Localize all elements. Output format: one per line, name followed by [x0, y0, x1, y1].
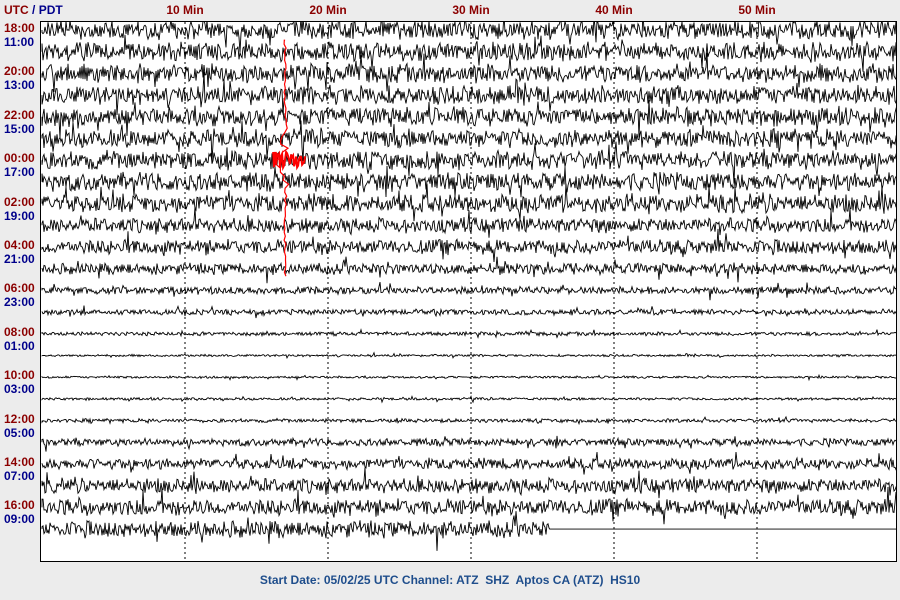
row-label-local: 23:00: [4, 295, 35, 310]
seismic-trace-23: [41, 486, 896, 525]
seismic-trace-15: [41, 328, 896, 339]
row-label-local: 19:00: [4, 208, 35, 223]
x-tick-label-30: 30 Min: [452, 3, 490, 17]
seismic-trace-4: [41, 71, 896, 116]
seismic-trace-12: [41, 256, 896, 284]
seismogram-svg: [41, 22, 896, 561]
timezone-separator: /: [28, 3, 39, 17]
row-label-utc: 12:00: [4, 411, 35, 426]
footer-caption: Start Date: 05/02/25 UTC Channel: ATZ SH…: [259, 573, 641, 587]
seismic-trace-17: [41, 373, 896, 382]
seismogram-plot: [40, 21, 897, 562]
seismic-trace-8: [41, 165, 896, 198]
seismic-trace-22: [41, 467, 896, 499]
seismic-trace-13: [41, 282, 896, 301]
seismic-trace-2: [41, 34, 896, 72]
row-label-utc: 16:00: [4, 498, 35, 513]
row-label-utc: 06:00: [4, 281, 35, 296]
seismic-trace-24: [41, 511, 896, 551]
row-label-utc: 22:00: [4, 107, 35, 122]
row-label-local: 11:00: [4, 35, 35, 49]
seismic-trace-14: [41, 304, 896, 319]
seismic-trace-16: [41, 351, 896, 360]
row-label-local: 09:00: [4, 512, 35, 527]
x-tick-label-40: 40 Min: [595, 3, 633, 17]
axis-timezone-header: UTC / PDT: [4, 3, 63, 17]
seismic-trace-21: [41, 451, 896, 475]
row-label-utc: 08:00: [4, 324, 35, 339]
row-label-utc: 00:00: [4, 151, 35, 166]
row-label-local: 21:00: [4, 252, 35, 266]
x-tick-label-20: 20 Min: [309, 3, 347, 17]
utc-label: UTC: [4, 3, 29, 17]
x-tick-label-10: 10 Min: [166, 3, 204, 17]
row-label-utc: 04:00: [4, 238, 35, 252]
row-label-local: 01:00: [4, 338, 35, 353]
seismic-trace-10: [41, 206, 896, 238]
row-label-utc: 10:00: [4, 368, 35, 383]
x-tick-label-50: 50 Min: [738, 3, 776, 17]
pdt-label: PDT: [38, 3, 63, 17]
seismic-trace-18: [41, 395, 896, 404]
row-label-local: 07:00: [4, 469, 35, 483]
row-label-utc: 02:00: [4, 194, 35, 209]
row-label-utc: 20:00: [4, 64, 35, 79]
seismic-trace-3: [41, 52, 896, 93]
seismic-trace-19: [41, 415, 896, 426]
row-label-local: 03:00: [4, 382, 35, 397]
seismic-trace-11: [41, 228, 896, 263]
row-label-utc: 14:00: [4, 455, 35, 469]
row-label-local: 15:00: [4, 121, 35, 136]
seismic-trace-20: [41, 435, 896, 452]
row-label-utc: 18:00: [4, 21, 35, 35]
row-label-local: 13:00: [4, 78, 35, 93]
row-label-local: 17:00: [4, 165, 35, 180]
row-label-local: 05:00: [4, 425, 35, 440]
